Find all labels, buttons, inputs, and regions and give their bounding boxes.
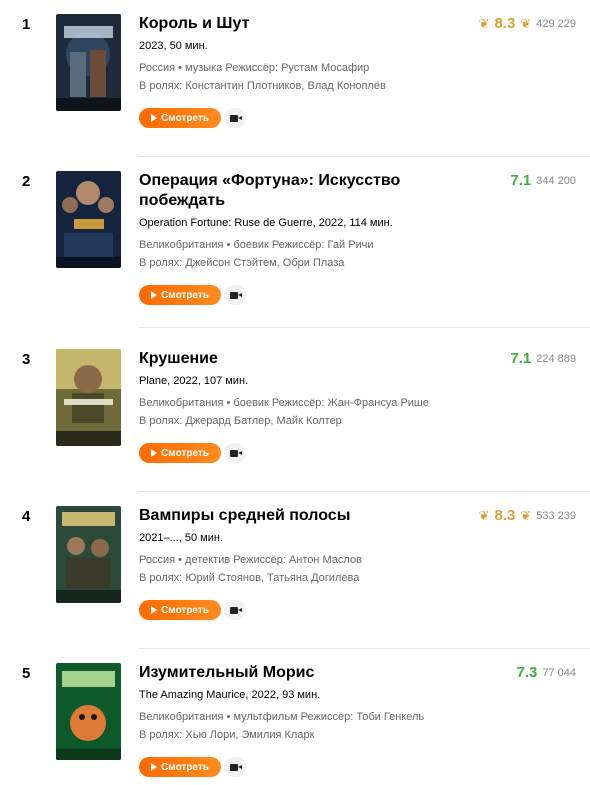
rank-number: 3 <box>22 351 31 368</box>
movie-poster[interactable] <box>56 506 121 603</box>
rating-value: 8.3 <box>494 15 516 32</box>
video-camera-icon <box>229 606 242 614</box>
rank-number: 5 <box>22 665 31 682</box>
watch-label: Смотреть <box>161 447 209 459</box>
play-icon <box>151 606 158 614</box>
movie-item[interactable]: 5 Изумительный Морис The Amazing Maurice… <box>0 649 590 785</box>
watch-label: Смотреть <box>161 289 209 301</box>
play-icon <box>151 114 158 122</box>
votes-count: 77 044 <box>542 666 576 679</box>
movie-item[interactable]: 1 Король и Шут 2023, 50 мин. Россия • му… <box>0 0 590 157</box>
play-icon <box>151 291 158 299</box>
laurel-right-icon: ❦ <box>520 507 532 523</box>
video-camera-icon <box>229 291 242 299</box>
movie-cast: В ролях: Константин Плотников, Влад Коно… <box>139 80 386 92</box>
movie-cast: В ролях: Хью Лори, Эмилия Кларк <box>139 729 315 741</box>
movie-subtitle: The Amazing Maurice, 2022, 93 мин. <box>139 689 321 701</box>
laurel-left-icon: ❦ <box>478 507 490 523</box>
movie-title[interactable]: Операция «Фортуна»: Искусство побеждать <box>139 171 449 211</box>
laurel-left-icon: ❦ <box>478 15 490 31</box>
movie-cast: В ролях: Джейсон Стэйтем, Обри Плаза <box>139 257 345 269</box>
trailer-button[interactable] <box>224 600 246 620</box>
votes-count: 533 239 <box>536 509 576 522</box>
laurel-right-icon: ❦ <box>520 15 532 31</box>
movie-title[interactable]: Вампиры средней полосы <box>139 506 449 526</box>
movie-subtitle: 2023, 50 мин. <box>139 40 208 52</box>
play-icon <box>151 449 158 457</box>
trailer-button[interactable] <box>224 757 246 777</box>
movie-poster[interactable] <box>56 663 121 760</box>
rank-number: 2 <box>22 173 31 190</box>
watch-button[interactable]: Смотреть <box>139 285 221 305</box>
trailer-button[interactable] <box>224 285 246 305</box>
rating-value: 8.3 <box>494 507 516 524</box>
trailer-button[interactable] <box>224 108 246 128</box>
movie-meta: Россия • детектив Режиссёр: Антон Маслов <box>139 554 362 566</box>
play-icon <box>151 763 158 771</box>
movie-item[interactable]: 2 Операция «Фортуна»: Искусство побеждат… <box>0 157 590 328</box>
rating-block: ❦ 8.3 ❦ 533 239 <box>479 507 576 524</box>
movie-item[interactable]: 3 Крушение Plane, 2022, 107 мин. Великоб… <box>0 335 590 492</box>
rating-value: 7.1 <box>510 350 532 367</box>
rating-block: ❦ 8.3 ❦ 429 229 <box>479 15 576 32</box>
rank-number: 1 <box>22 16 31 33</box>
watch-label: Смотреть <box>161 112 209 124</box>
watch-button[interactable]: Смотреть <box>139 757 221 777</box>
movie-cast: В ролях: Юрий Стоянов, Татьяна Догилева <box>139 572 360 584</box>
rating-block: 7.1 224 889 <box>510 350 576 367</box>
movie-subtitle: Plane, 2022, 107 мин. <box>139 375 249 387</box>
movie-title[interactable]: Крушение <box>139 349 449 369</box>
rating-value: 7.1 <box>510 172 532 189</box>
votes-count: 224 889 <box>536 352 576 365</box>
movie-title[interactable]: Король и Шут <box>139 14 449 34</box>
movie-subtitle: Operation Fortune: Ruse de Guerre, 2022,… <box>139 217 393 229</box>
divider <box>138 327 590 328</box>
votes-count: 429 229 <box>536 17 576 30</box>
rating-block: 7.3 77 044 <box>516 664 576 681</box>
video-camera-icon <box>229 763 242 771</box>
watch-button[interactable]: Смотреть <box>139 600 221 620</box>
rating-value: 7.3 <box>516 664 538 681</box>
movie-title[interactable]: Изумительный Морис <box>139 663 449 683</box>
watch-button[interactable]: Смотреть <box>139 443 221 463</box>
movie-meta: Великобритания • боевик Режиссёр: Жан-Фр… <box>139 397 429 409</box>
movie-meta: Россия • музыка Режиссёр: Рустам Мосафир <box>139 62 370 74</box>
video-camera-icon <box>229 114 242 122</box>
watch-label: Смотреть <box>161 604 209 616</box>
movie-poster[interactable] <box>56 14 121 111</box>
rank-number: 4 <box>22 508 31 525</box>
watch-label: Смотреть <box>161 761 209 773</box>
movie-subtitle: 2021–..., 50 мин. <box>139 532 223 544</box>
votes-count: 344 200 <box>536 174 576 187</box>
trailer-button[interactable] <box>224 443 246 463</box>
video-camera-icon <box>229 449 242 457</box>
movie-poster[interactable] <box>56 171 121 268</box>
movie-meta: Великобритания • боевик Режиссёр: Гай Ри… <box>139 239 374 251</box>
movie-meta: Великобритания • мультфильм Режиссёр: То… <box>139 711 425 723</box>
movie-poster[interactable] <box>56 349 121 446</box>
movie-cast: В ролях: Джерард Батлер, Майк Колтер <box>139 415 342 427</box>
watch-button[interactable]: Смотреть <box>139 108 221 128</box>
rating-block: 7.1 344 200 <box>510 172 576 189</box>
movie-item[interactable]: 4 Вампиры средней полосы 2021–..., 50 ми… <box>0 492 590 649</box>
